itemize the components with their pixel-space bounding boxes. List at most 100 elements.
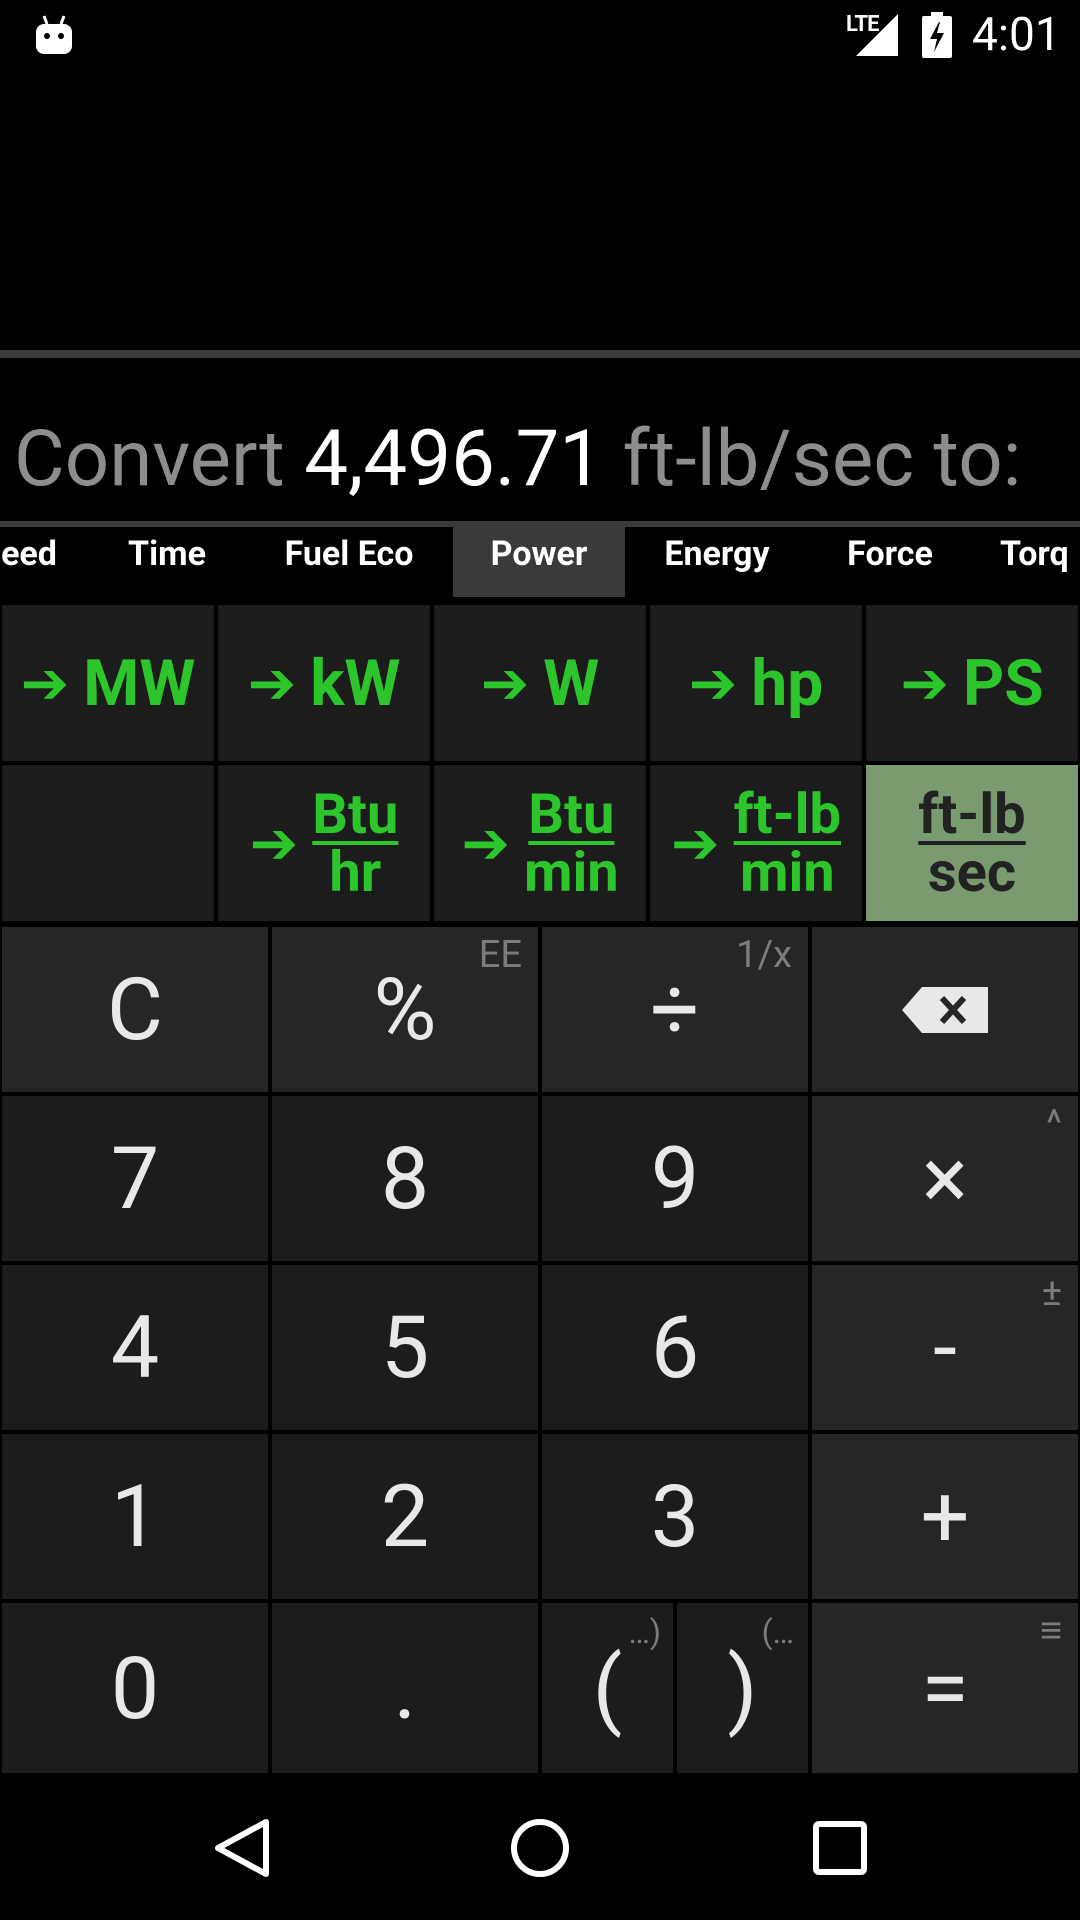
digit-0-button[interactable]: 0 <box>2 1603 268 1773</box>
unit-label: W <box>543 645 600 721</box>
unit-denominator: min <box>523 839 619 905</box>
convert-value: 4,496.71 <box>304 414 604 505</box>
digit-6-button[interactable]: 6 <box>542 1265 808 1430</box>
close-paren-button[interactable]: ) (… <box>677 1603 808 1773</box>
key-label: × <box>922 1128 968 1229</box>
unit-grid: ➔ MW ➔ kW ➔ W ➔ hp ➔ PS ➔ Btu hr ➔ Btu m… <box>0 603 1080 923</box>
digit-3-button[interactable]: 3 <box>542 1434 808 1599</box>
key-label: ) <box>727 1637 758 1739</box>
key-alt-label: EE <box>478 933 522 977</box>
unit-button-btu-min[interactable]: ➔ Btu min <box>434 765 646 921</box>
digit-1-button[interactable]: 1 <box>2 1434 268 1599</box>
unit-numerator: ft-lb <box>733 781 841 847</box>
unit-button-kw[interactable]: ➔ kW <box>218 605 430 761</box>
unit-label: kW <box>310 645 401 721</box>
clock: 4:01 <box>972 8 1061 62</box>
battery-charging-icon <box>922 12 952 58</box>
key-label: . <box>393 1637 417 1739</box>
unit-button-ps[interactable]: ➔ PS <box>866 605 1078 761</box>
arrow-right-icon: ➔ <box>688 649 738 718</box>
tab-energy[interactable]: Energy <box>646 527 788 597</box>
unit-button-w[interactable]: ➔ W <box>434 605 646 761</box>
key-label: 0 <box>110 1637 160 1739</box>
key-alt-label: …) <box>628 1613 661 1651</box>
digit-5-button[interactable]: 5 <box>272 1265 538 1430</box>
tab-force[interactable]: Force <box>830 527 950 597</box>
key-label: C <box>107 959 163 1060</box>
convert-suffix: ft-lb/sec to: <box>622 414 1022 505</box>
key-alt-label: ± <box>1041 1271 1062 1315</box>
multiply-button[interactable]: × ^ <box>812 1096 1078 1261</box>
status-bar: LTE 4:01 <box>0 0 1080 72</box>
unit-button-ftlb-sec-selected[interactable]: ft-lb sec <box>866 765 1078 921</box>
key-label: - <box>933 1297 957 1398</box>
tab-time[interactable]: Time <box>108 527 226 597</box>
unit-fraction: Btu hr <box>312 785 398 901</box>
tab-fuel-economy[interactable]: Fuel Eco <box>268 527 430 597</box>
navigation-bar <box>0 1776 1080 1920</box>
key-label: 9 <box>650 1128 700 1229</box>
key-alt-label: (… <box>761 1613 794 1651</box>
unit-numerator: Btu <box>528 781 615 847</box>
keypad: C % EE ÷ 1/x 7 8 9 × ^ 4 5 6 - ± 1 2 3 +… <box>0 925 1080 1775</box>
digit-9-button[interactable]: 9 <box>542 1096 808 1261</box>
key-label: = <box>921 1637 969 1739</box>
key-label: + <box>920 1466 970 1567</box>
key-label: 1 <box>110 1466 160 1567</box>
clear-button[interactable]: C <box>2 927 268 1092</box>
category-tabs: eed Time Fuel Eco Power Energy Force Tor… <box>0 527 1080 597</box>
convert-prefix: Convert <box>14 414 285 505</box>
arrow-right-icon: ➔ <box>249 809 299 878</box>
unit-label: MW <box>83 645 196 721</box>
digit-4-button[interactable]: 4 <box>2 1265 268 1430</box>
open-paren-button[interactable]: ( …) <box>542 1603 673 1773</box>
key-label: % <box>373 959 437 1060</box>
arrow-right-icon: ➔ <box>461 809 510 878</box>
unit-fraction: ft-lb min <box>734 785 841 901</box>
signal-icon <box>856 14 898 56</box>
unit-button-mw[interactable]: ➔ MW <box>2 605 214 761</box>
key-alt-label: ^ <box>1046 1102 1062 1146</box>
minus-button[interactable]: - ± <box>812 1265 1078 1430</box>
arrow-right-icon: ➔ <box>20 649 70 718</box>
tab-speed[interactable]: eed <box>0 527 70 597</box>
key-label: 3 <box>650 1466 700 1567</box>
key-alt-label: 1/x <box>736 933 792 977</box>
backspace-icon <box>902 986 988 1033</box>
digit-2-button[interactable]: 2 <box>272 1434 538 1599</box>
home-icon[interactable] <box>504 1812 576 1884</box>
tab-torque[interactable]: Torq <box>1000 527 1080 597</box>
unit-numerator: ft-lb <box>918 781 1026 847</box>
percent-button[interactable]: % EE <box>272 927 538 1092</box>
unit-empty-cell <box>2 765 214 921</box>
unit-button-ftlb-min[interactable]: ➔ ft-lb min <box>650 765 862 921</box>
menu-icon: ≡ <box>1039 1609 1062 1653</box>
unit-denominator: min <box>739 839 835 905</box>
arrow-right-icon: ➔ <box>900 649 949 718</box>
unit-button-hp[interactable]: ➔ hp <box>650 605 862 761</box>
android-notification-icon <box>36 15 72 54</box>
decimal-point-button[interactable]: . <box>272 1603 538 1773</box>
equals-button[interactable]: = ≡ <box>812 1603 1078 1773</box>
unit-denominator: sec <box>927 839 1017 905</box>
key-label: ÷ <box>650 959 700 1060</box>
arrow-right-icon: ➔ <box>671 809 720 878</box>
unit-denominator: hr <box>329 839 382 905</box>
key-label: 4 <box>110 1297 160 1398</box>
plus-button[interactable]: + <box>812 1434 1078 1599</box>
digit-7-button[interactable]: 7 <box>2 1096 268 1261</box>
back-icon[interactable] <box>206 1812 278 1884</box>
key-label: ( <box>592 1637 623 1739</box>
unit-button-btu-hr[interactable]: ➔ Btu hr <box>218 765 430 921</box>
digit-8-button[interactable]: 8 <box>272 1096 538 1261</box>
tab-power[interactable]: Power <box>453 527 625 597</box>
unit-numerator: Btu <box>312 781 399 847</box>
divide-button[interactable]: ÷ 1/x <box>542 927 808 1092</box>
arrow-right-icon: ➔ <box>480 649 530 718</box>
key-label: 2 <box>380 1466 430 1567</box>
backspace-button[interactable] <box>812 927 1078 1092</box>
arrow-right-icon: ➔ <box>247 649 297 718</box>
key-label: 5 <box>380 1297 430 1398</box>
recents-icon[interactable] <box>804 1812 876 1884</box>
unit-fraction: Btu min <box>524 785 619 901</box>
